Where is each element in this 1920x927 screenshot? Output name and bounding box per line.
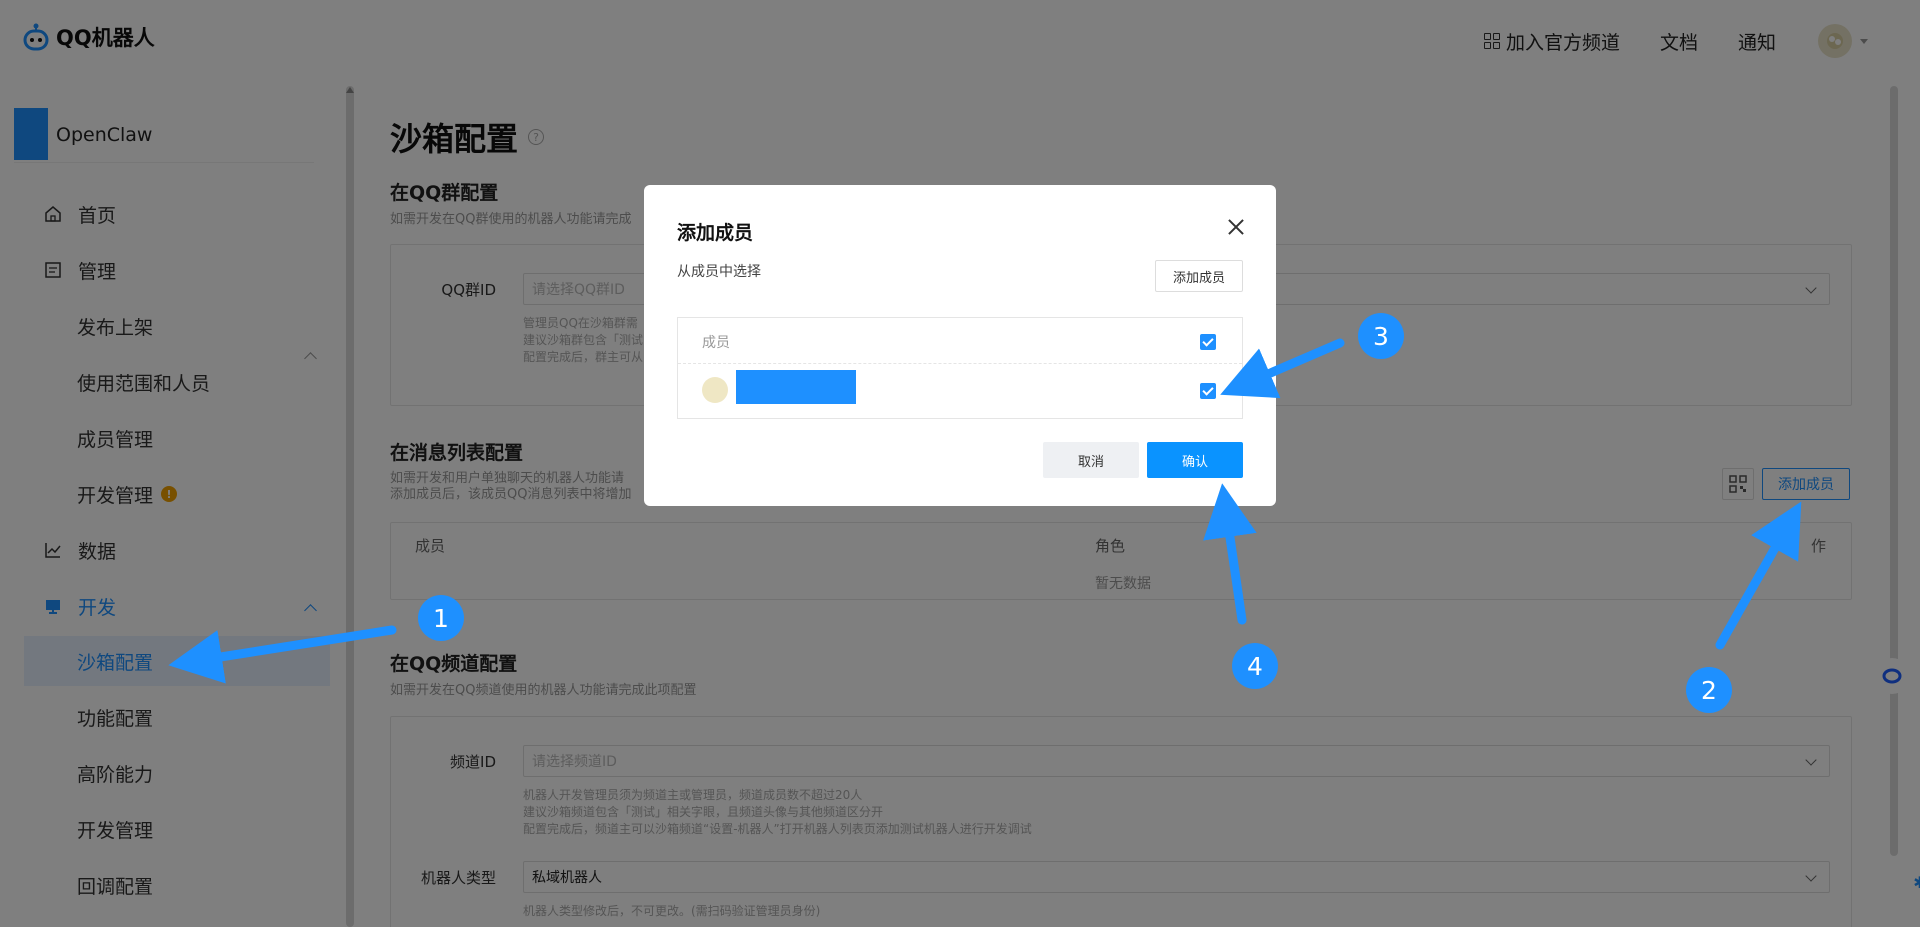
arrow-3: [1220, 338, 1345, 399]
arrow-1: [168, 625, 397, 684]
step-badge-1: 1: [418, 595, 464, 641]
step-badge-4: 4: [1232, 643, 1278, 689]
arrow-4: [1203, 483, 1257, 625]
annotation-arrows: [168, 338, 1802, 684]
step-badge-3: 3: [1358, 313, 1404, 359]
arrow-2: [1715, 501, 1802, 650]
step-badge-2: 2: [1686, 667, 1732, 713]
